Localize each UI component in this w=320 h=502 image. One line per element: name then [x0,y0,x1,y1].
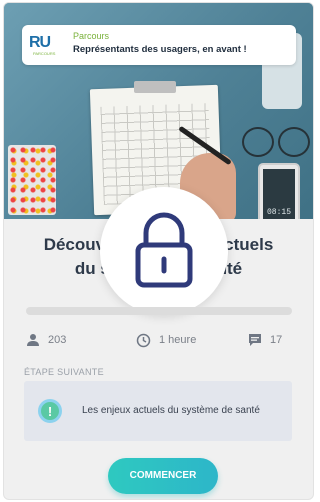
ru-logo-sub: PARCOURS [33,51,56,56]
cover-clipboard-clip [134,81,176,93]
next-step-item[interactable]: ! Les enjeux actuels du système de santé [24,381,292,441]
user-icon [27,334,39,346]
cover-phone: 08:15 [258,163,300,219]
ru-logo-text: RU [29,34,51,51]
clock-icon [136,333,151,347]
lock-icon [135,212,193,288]
stat-participants-value: 203 [48,334,67,346]
next-step-text: Les enjeux actuels du système de santé [82,405,260,416]
stat-duration-value: 1 heure [159,334,197,346]
cover-pills [8,145,56,215]
stat-comments: 17 [248,331,282,349]
course-badge: RRU PARCOURS Parcours Représentants des … [22,25,296,65]
start-button[interactable]: COMMENCER [108,458,218,494]
stat-duration: 1 heure [136,331,196,349]
badge-type-label: Parcours [73,31,110,41]
progress-bar [26,307,292,315]
lock-overlay [100,187,228,315]
alert-icon: ! [38,399,62,423]
cover-phone-time: 08:15 [266,208,291,217]
cover-glasses [242,127,312,157]
next-step-heading: ÉTAPE SUIVANTE [24,367,104,377]
badge-title: Représentants des usagers, en avant ! [73,44,247,55]
stat-comments-value: 17 [270,334,283,346]
ru-logo: RRU PARCOURS [29,34,59,58]
comment-icon [249,334,261,346]
course-card[interactable]: 08:15 RRU PARCOURS Parcours Représentant… [3,2,314,500]
stat-participants: 203 [26,331,66,349]
